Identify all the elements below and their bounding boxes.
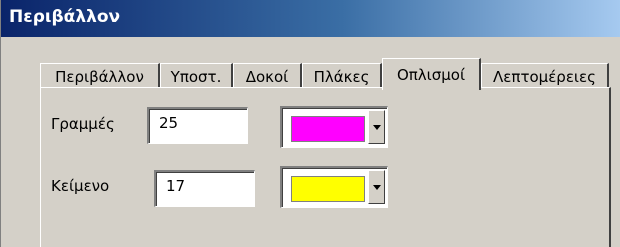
- tab-reinforcement[interactable]: Οπλισμοί: [382, 58, 481, 90]
- tab-environment[interactable]: Περιβάλλον: [40, 63, 160, 89]
- reinforcement-panel: Γραμμές 25 Κείμενο 17: [40, 87, 611, 247]
- lines-color-dropdown-button[interactable]: [368, 110, 385, 144]
- text-color-dropdown-button[interactable]: [368, 170, 385, 204]
- tab-details[interactable]: Λεπτομέρειες: [481, 63, 609, 89]
- tab-slabs[interactable]: Πλάκες: [302, 63, 382, 89]
- text-color-swatch: [291, 176, 365, 202]
- window-title: Περιβάλλον: [9, 7, 121, 27]
- lines-size-input[interactable]: 25: [147, 107, 248, 144]
- text-size-input[interactable]: 17: [154, 170, 255, 207]
- tab-supports[interactable]: Υποστ.: [160, 63, 233, 89]
- chevron-down-icon: [372, 124, 381, 130]
- chevron-down-icon: [372, 184, 381, 190]
- title-bar[interactable]: Περιβάλλον: [1, 0, 620, 37]
- lines-color-swatch: [291, 116, 365, 142]
- text-color-select[interactable]: [280, 166, 388, 208]
- lines-color-select[interactable]: [280, 106, 388, 148]
- dialog-window: Περιβάλλον Περιβάλλον Υποστ. Δοκοί Πλάκε…: [0, 0, 620, 247]
- text-label: Κείμενο: [51, 177, 110, 195]
- lines-label: Γραμμές: [51, 115, 115, 133]
- tab-beams[interactable]: Δοκοί: [233, 63, 302, 89]
